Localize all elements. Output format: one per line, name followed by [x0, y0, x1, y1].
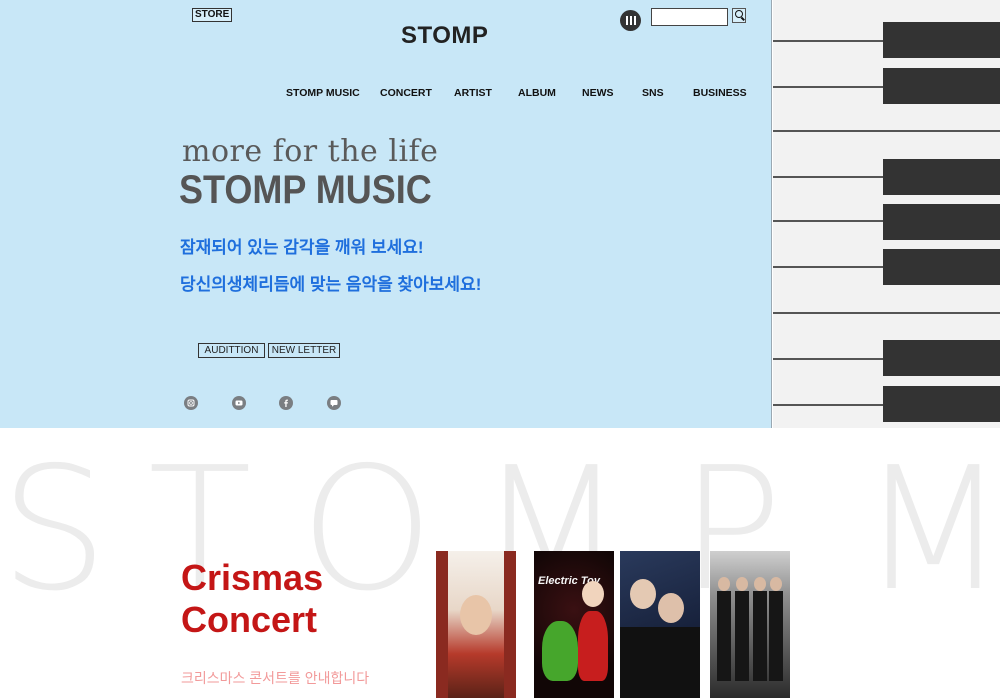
nav-item-business[interactable]: BUSINESS: [693, 87, 747, 99]
hero-message-2: 당신의생체리듬에 맞는 음악을 찾아보세요!: [180, 275, 482, 294]
nav-item-artist[interactable]: ARTIST: [454, 87, 492, 99]
concert-poster-4[interactable]: [710, 551, 790, 698]
concert-title: Crismas Concert: [181, 557, 324, 640]
search-input[interactable]: [651, 8, 728, 26]
concert-poster-1[interactable]: [436, 551, 516, 698]
nav-item-sns[interactable]: SNS: [642, 87, 664, 99]
audition-button[interactable]: AUDITTION: [198, 343, 265, 358]
nav-item-news[interactable]: NEWS: [582, 87, 614, 99]
newsletter-button[interactable]: NEW LETTER: [268, 343, 340, 358]
site-logo[interactable]: STOMP: [401, 22, 488, 50]
nav-item-album[interactable]: ALBUM: [518, 87, 556, 99]
piano-keys-graphic: [773, 0, 1000, 428]
concert-subtitle: 크리스마스 콘서트를 안내합니다: [181, 670, 370, 686]
hero-tagline: more for the life: [182, 134, 439, 169]
hero-section: STORE STOMP STOMP MUSIC CONCERT ARTIST A…: [0, 0, 772, 428]
search-button[interactable]: [732, 8, 746, 23]
concert-poster-2[interactable]: Electric Toy: [534, 551, 614, 698]
menu-icon[interactable]: [620, 10, 641, 31]
nav-item-concert[interactable]: CONCERT: [380, 87, 432, 99]
youtube-icon[interactable]: [232, 396, 246, 410]
main-nav: STOMP MUSIC CONCERT ARTIST ALBUM NEWS SN…: [0, 87, 772, 103]
message-icon[interactable]: [327, 396, 341, 410]
hero-title: STOMP MUSIC: [179, 168, 432, 212]
facebook-icon[interactable]: [279, 396, 293, 410]
nav-item-stomp-music[interactable]: STOMP MUSIC: [286, 87, 360, 99]
instagram-icon[interactable]: [184, 396, 198, 410]
hero-message-1: 잠재되어 있는 감각을 깨워 보세요!: [180, 238, 424, 257]
concert-poster-3[interactable]: [620, 551, 700, 698]
store-button[interactable]: STORE: [192, 8, 233, 22]
